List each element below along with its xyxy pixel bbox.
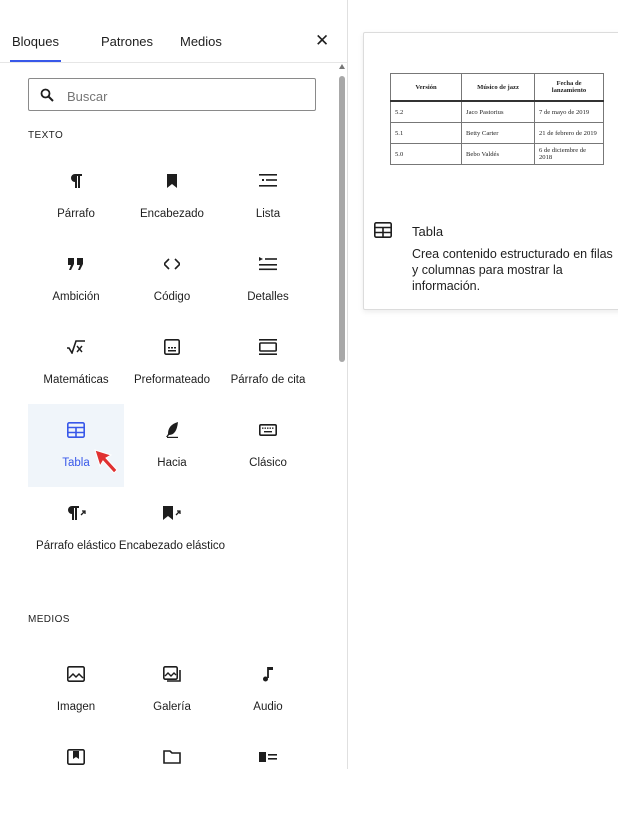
block-ambicion[interactable]: Ambición	[28, 238, 124, 321]
block-media-text[interactable]	[220, 731, 316, 814]
folder-icon	[162, 747, 182, 767]
block-imagen[interactable]: Imagen	[28, 648, 124, 731]
cover-icon	[66, 747, 86, 767]
block-clasico[interactable]: Clásico	[220, 404, 316, 487]
table-cell: 5.2	[390, 100, 462, 123]
section-title-text: TEXTO	[28, 130, 64, 141]
block-encabezado-elastico[interactable]: Encabezado elástico	[119, 487, 225, 570]
block-encabezado[interactable]: Encabezado	[124, 155, 220, 238]
table-cell: Bebo Valdés	[461, 143, 535, 165]
block-parrafo-cita[interactable]: Párrafo de cita	[220, 321, 316, 404]
tab-medios[interactable]: Medios	[180, 34, 222, 49]
tab-patrones[interactable]: Patrones	[101, 34, 153, 49]
table-row: 5.0 Bebo Valdés 6 de diciembre de 2018	[390, 143, 604, 165]
table-icon	[66, 420, 86, 440]
scrollbar[interactable]	[338, 62, 347, 769]
close-icon[interactable]: ✕	[315, 31, 329, 51]
inserter-tabs: Bloques Patrones Medios ✕	[0, 28, 347, 62]
table-header: Músico de jazz	[461, 73, 535, 102]
search-box	[28, 78, 316, 111]
block-parrafo[interactable]: Párrafo	[28, 155, 124, 238]
tab-divider	[0, 62, 347, 63]
verse-feather-icon	[162, 420, 182, 440]
block-label: Detalles	[247, 291, 289, 303]
table-cell: 21 de febrero de 2019	[534, 122, 604, 144]
preview-description: Crea contenido estructurado en filas y c…	[412, 247, 613, 293]
table-row: 5.2 Jaco Pastorius 7 de mayo de 2019	[390, 100, 604, 123]
table-header: Versión	[390, 73, 462, 102]
block-hacia[interactable]: Hacia	[124, 404, 220, 487]
image-icon	[66, 664, 86, 684]
block-label: Lista	[255, 208, 281, 220]
block-detalles[interactable]: Detalles	[220, 238, 316, 321]
media-text-icon	[258, 747, 278, 767]
preview-title: Tabla	[412, 224, 444, 239]
bookmark-icon	[162, 171, 182, 191]
block-galeria[interactable]: Galería	[124, 648, 220, 731]
code-icon	[162, 254, 182, 274]
table-cell: 7 de mayo de 2019	[534, 100, 604, 123]
block-file[interactable]	[124, 731, 220, 814]
search-icon	[40, 88, 54, 102]
table-cell: 5.0	[390, 143, 462, 165]
stretchy-heading-icon	[162, 503, 182, 523]
table-icon	[374, 222, 392, 238]
music-note-icon	[258, 664, 278, 684]
keyboard-icon	[258, 420, 278, 440]
section-title-media: MEDIOS	[28, 614, 70, 625]
quote-icon	[66, 254, 86, 274]
block-label: Encabezado elástico	[118, 540, 226, 552]
block-cover[interactable]	[28, 731, 124, 814]
mouse-pointer-arrow-icon	[94, 449, 118, 474]
block-inserter-panel: Bloques Patrones Medios ✕ TEXTO Párrafo …	[0, 0, 348, 769]
block-matematicas[interactable]: Matemáticas	[28, 321, 124, 404]
table-cell: 5.1	[390, 122, 462, 144]
preformatted-icon	[162, 337, 182, 357]
table-cell: Jaco Pastorius	[461, 100, 535, 123]
stretchy-paragraph-icon	[66, 503, 86, 523]
block-lista[interactable]: Lista	[220, 155, 316, 238]
list-icon	[258, 171, 278, 191]
block-audio[interactable]: Audio	[220, 648, 316, 731]
pullquote-icon	[258, 337, 278, 357]
block-label: Párrafo de cita	[230, 374, 306, 386]
search-input[interactable]	[65, 86, 309, 106]
block-codigo[interactable]: Código	[124, 238, 220, 321]
block-label: Clásico	[249, 457, 287, 469]
block-parrafo-elastico[interactable]: Párrafo elástico	[28, 487, 124, 570]
table-header: Fecha de lanzamiento	[534, 73, 604, 102]
block-preformateado[interactable]: Preformateado	[124, 321, 220, 404]
scroll-thumb[interactable]	[339, 76, 345, 362]
preview-table: Versión Músico de jazz Fecha de lanzamie…	[390, 73, 604, 165]
table-cell: Betty Carter	[461, 122, 535, 144]
block-preview-card: Versión Músico de jazz Fecha de lanzamie…	[363, 32, 618, 310]
paragraph-icon	[66, 171, 86, 191]
table-row: 5.1 Betty Carter 21 de febrero de 2019	[390, 122, 604, 144]
block-label: Audio	[253, 701, 283, 713]
details-icon	[258, 254, 278, 274]
table-cell: 6 de diciembre de 2018	[534, 143, 604, 165]
gallery-icon	[162, 664, 182, 684]
tab-bloques[interactable]: Bloques	[10, 34, 61, 62]
scroll-up-arrow-icon[interactable]	[339, 64, 345, 69]
math-icon	[66, 337, 86, 357]
